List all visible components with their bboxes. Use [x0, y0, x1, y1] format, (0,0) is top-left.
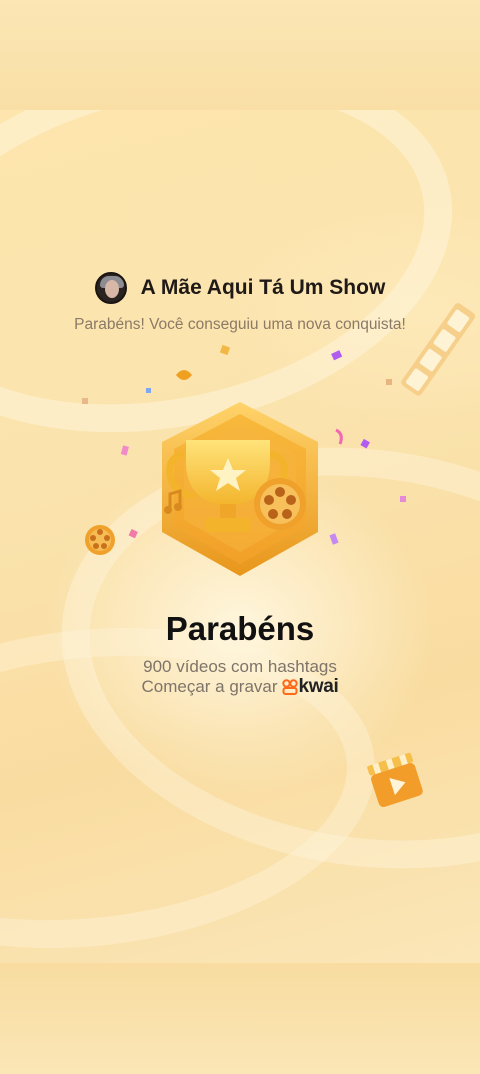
confetti-piece — [331, 350, 343, 361]
achievement-description: 900 vídeos com hashtags — [143, 657, 337, 676]
film-reel-icon — [85, 525, 115, 555]
clapperboard-icon — [367, 752, 423, 807]
trophy-badge-icon — [162, 402, 318, 576]
confetti-piece — [219, 344, 231, 356]
confetti-piece — [146, 388, 151, 393]
kwai-logo: kwai — [281, 676, 339, 698]
confetti-piece — [120, 445, 129, 456]
username: A Mãe Aqui Tá Um Show — [140, 276, 386, 299]
top-letterbox — [0, 0, 480, 110]
avatar[interactable] — [94, 272, 127, 304]
confetti-piece — [386, 379, 392, 385]
confetti-piece — [400, 496, 406, 502]
confetti-piece — [82, 398, 88, 404]
achievement-title: Parabéns — [165, 610, 315, 647]
confetti-piece — [360, 438, 370, 449]
confetti-piece — [128, 529, 138, 539]
film-strip-icon — [401, 303, 476, 396]
confetti-piece — [176, 370, 192, 380]
start-recording-cta[interactable]: Começar a gravar kwai — [0, 676, 480, 698]
kwai-brand-text: kwai — [298, 676, 339, 697]
cta-text: Começar a gravar — [141, 677, 278, 696]
kwai-logo-icon — [281, 679, 298, 695]
bottom-letterbox — [0, 963, 480, 1074]
